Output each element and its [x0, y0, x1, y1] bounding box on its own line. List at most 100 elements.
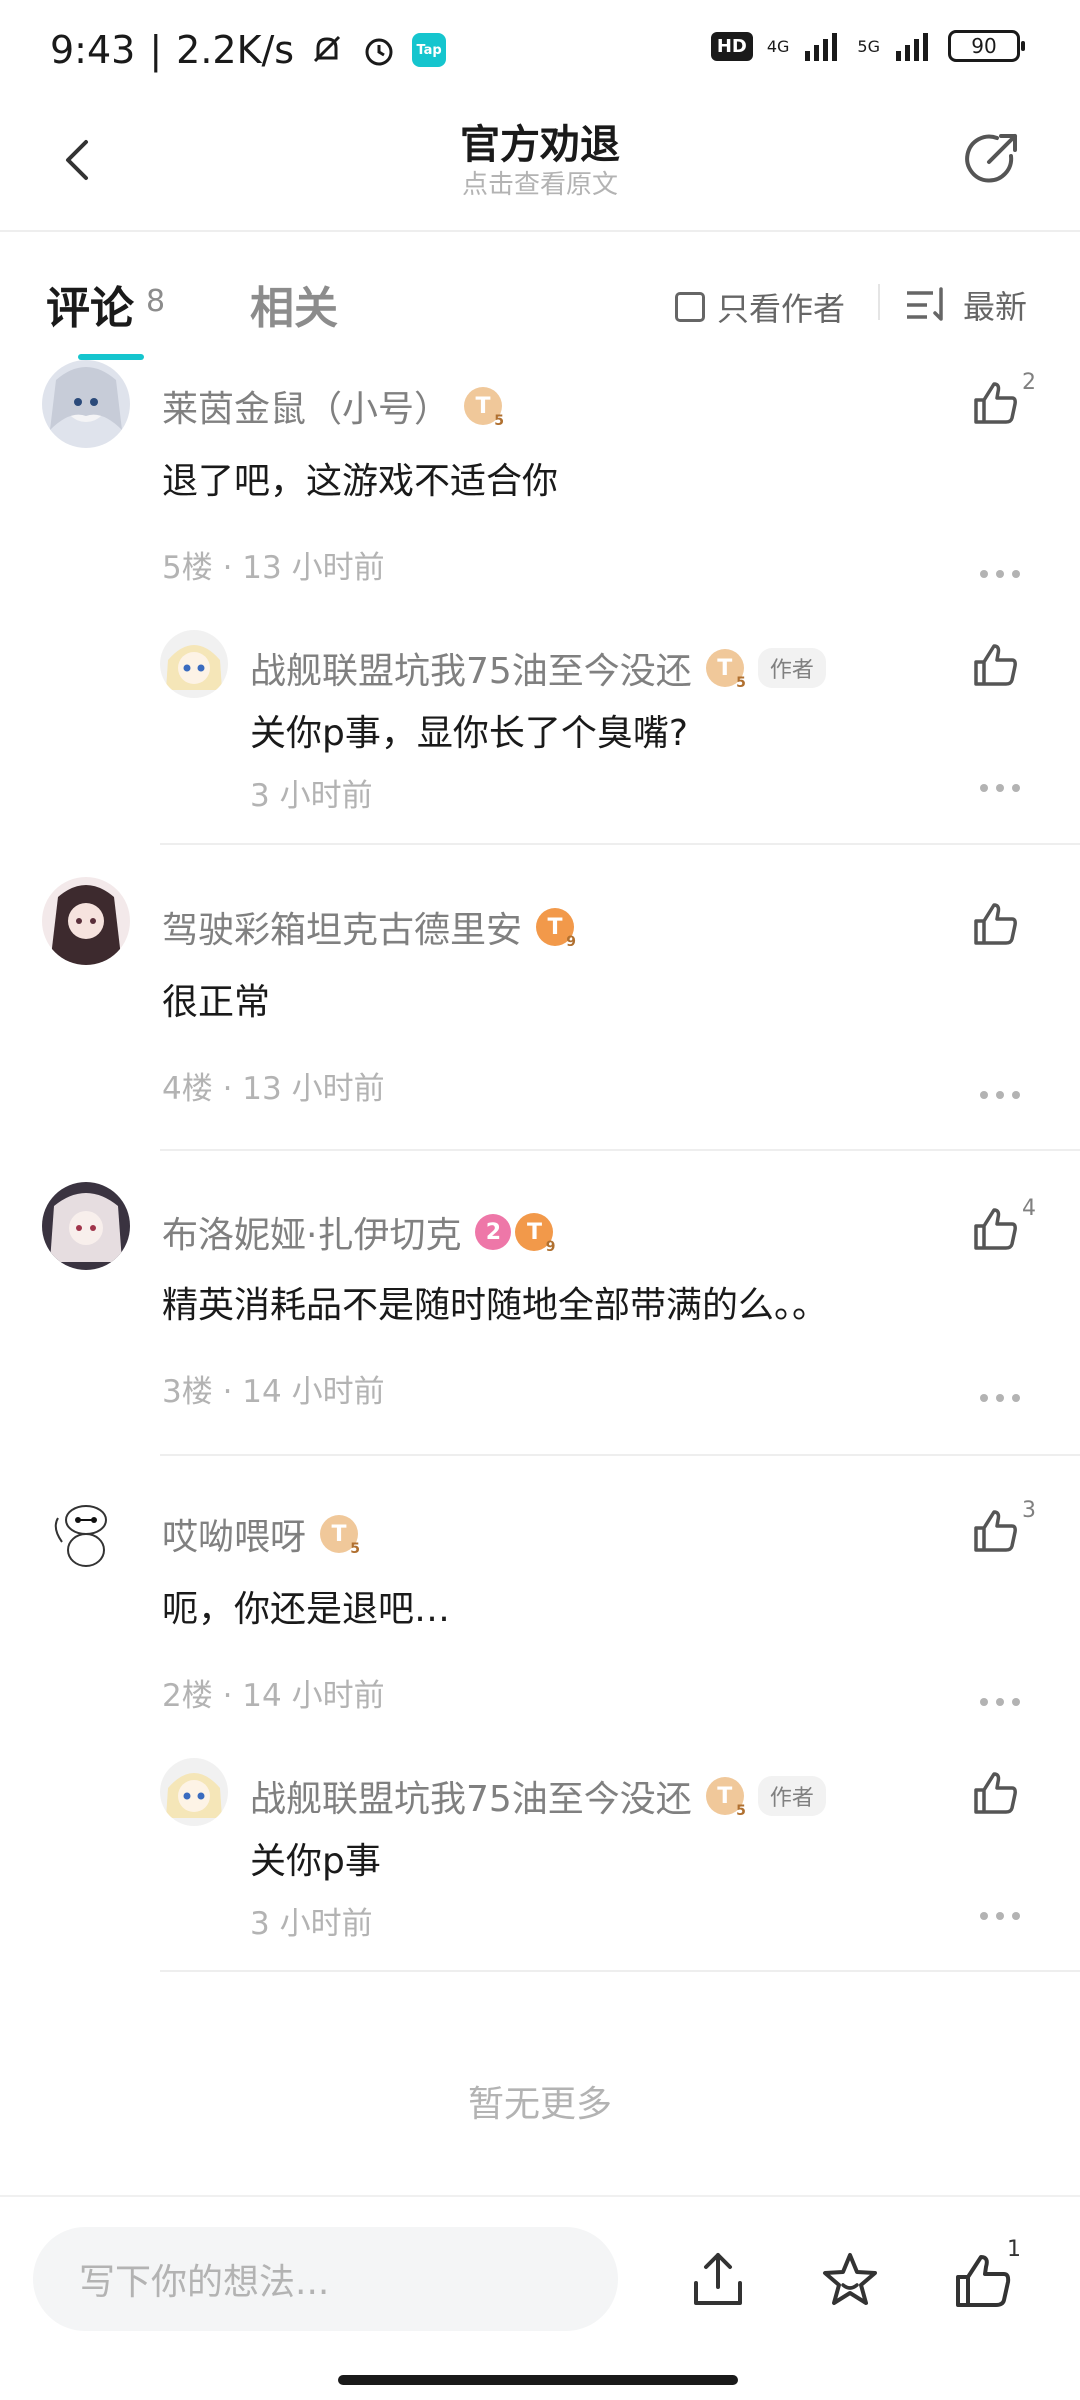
reply-username[interactable]: 战舰联盟坑我75油至今没还 T5 作者	[250, 1770, 826, 1822]
comment-meta: 4楼 · 13 小时前	[162, 1071, 385, 1107]
status-right: HD 4G 5G 90	[710, 30, 1025, 62]
comment-item: 哎呦喂呀 T5 3 呃，你还是退吧… 2楼 · 14 小时前 战舰联盟坑我75油…	[0, 1456, 1080, 1976]
level-badge-icon: T5	[705, 649, 746, 691]
reply-text: 关你p事	[250, 1841, 381, 1882]
more-options-button[interactable]	[980, 1696, 1020, 1708]
comment-text: 很正常	[162, 982, 271, 1023]
username-text: 哎呦喂呀	[162, 1517, 307, 1558]
divider	[878, 284, 880, 320]
level-badge-icon: T9	[536, 908, 576, 950]
comment-username[interactable]: 驾驶彩箱坦克古德里安 T9	[162, 901, 576, 953]
like-button[interactable]	[970, 378, 1020, 428]
checkbox-icon[interactable]	[675, 292, 705, 322]
divider	[160, 1149, 1080, 1151]
battery-icon: 90	[948, 30, 1025, 62]
level-letter: T	[547, 914, 563, 940]
comment-text: 呃，你还是退吧…	[162, 1589, 451, 1630]
comments-count: 8	[146, 284, 166, 319]
thumbs-up-icon	[974, 1510, 1017, 1552]
comment-username[interactable]: 哎呦喂呀 T5	[162, 1508, 360, 1560]
share-arrow-icon	[965, 134, 1017, 183]
share-button[interactable]	[688, 2249, 748, 2309]
comment-tabs: 评论 8 相关 只看作者 最新	[0, 232, 1080, 360]
net-5g-label: 5G	[857, 36, 880, 56]
like-button[interactable]	[970, 1506, 1020, 1556]
more-options-button[interactable]	[980, 1910, 1020, 1922]
comment-item: 莱茵金鼠（小号） T5 2 退了吧，这游戏不适合你 5楼 · 13 小时前 战舰…	[0, 360, 1080, 845]
like-button[interactable]	[970, 640, 1020, 690]
favorite-button[interactable]	[818, 2249, 882, 2313]
comment-text: 精英消耗品不是随时随地全部带满的么。。	[162, 1285, 829, 1326]
status-time: 9:43	[50, 28, 136, 72]
more-options-button[interactable]	[980, 1392, 1020, 1404]
status-bar: 9:43 | 2.2K/s Tap HD 4G 5G 90	[0, 0, 1080, 100]
level-badge-icon: T5	[464, 387, 504, 429]
share-button[interactable]	[959, 126, 1025, 192]
like-post-button[interactable]	[950, 2249, 1014, 2313]
author-tag: 作者	[757, 648, 826, 688]
status-left: 9:43 | 2.2K/s Tap	[50, 28, 447, 72]
divider	[160, 1970, 1080, 1972]
thumbs-up-icon	[974, 1208, 1017, 1250]
view-original-link[interactable]: 点击查看原文	[0, 164, 1080, 201]
only-author-toggle[interactable]: 只看作者	[675, 284, 845, 330]
net-4g-label: 4G	[766, 36, 790, 56]
comment-item: 驾驶彩箱坦克古德里安 T9 很正常 4楼 · 13 小时前	[0, 845, 1080, 1152]
comment-username[interactable]: 布洛妮娅·扎伊切克 2 T9	[162, 1206, 555, 1258]
like-button[interactable]	[970, 899, 1020, 949]
reply-meta: 3 小时前	[250, 778, 373, 814]
more-options-button[interactable]	[980, 568, 1020, 580]
alarm-icon	[360, 31, 398, 69]
reply-avatar[interactable]	[160, 630, 228, 698]
thumbs-up-icon	[974, 644, 1017, 686]
avatar[interactable]	[42, 1182, 130, 1270]
no-more-label: 暂无更多	[467, 2084, 612, 2125]
post-like-count: 1	[1007, 2237, 1021, 2262]
nav-header: 官方劝退 点击查看原文	[0, 100, 1080, 232]
tap-app-icon: Tap	[412, 33, 447, 67]
sort-label: 最新	[963, 288, 1028, 326]
username-text: 布洛妮娅·扎伊切克	[162, 1215, 462, 1256]
like-count: 2	[1022, 370, 1036, 395]
more-options-button[interactable]	[980, 1089, 1020, 1101]
comment-text: 退了吧，这游戏不适合你	[162, 461, 559, 502]
tab-comments[interactable]: 评论	[46, 272, 134, 336]
sort-button[interactable]: 最新	[905, 282, 1027, 328]
status-net-speed: 2.2K/s	[176, 28, 295, 72]
thumbs-up-icon	[974, 382, 1017, 424]
level-badge-icon: T5	[320, 1515, 360, 1557]
sort-icon	[905, 285, 949, 325]
upload-share-icon	[694, 2253, 742, 2305]
mute-bell-icon	[308, 31, 346, 69]
level-number: 5	[736, 675, 746, 691]
like-count: 4	[1022, 1196, 1036, 1221]
page-title[interactable]: 官方劝退	[0, 112, 1080, 170]
comment-input-placeholder: 写下你的想法...	[79, 2262, 330, 2303]
like-button[interactable]	[970, 1768, 1020, 1818]
username-text: 莱茵金鼠（小号）	[162, 389, 451, 430]
home-indicator[interactable]	[338, 2375, 738, 2385]
comment-username[interactable]: 莱茵金鼠（小号） T5	[162, 380, 504, 432]
avatar[interactable]	[42, 877, 130, 965]
avatar[interactable]	[42, 360, 130, 448]
avatar[interactable]	[42, 1484, 130, 1572]
thumbs-up-icon	[974, 1772, 1017, 1814]
thumbs-up-icon	[974, 903, 1017, 945]
level-letter: T	[526, 1219, 542, 1245]
username-text: 驾驶彩箱坦克古德里安	[162, 910, 523, 951]
signal-icon	[803, 31, 843, 61]
tab-related[interactable]: 相关	[250, 272, 338, 336]
more-options-button[interactable]	[980, 782, 1020, 794]
reply-avatar[interactable]	[160, 1758, 228, 1826]
comment-meta: 5楼 · 13 小时前	[162, 550, 385, 586]
like-button[interactable]	[970, 1204, 1020, 1254]
bottom-action-bar: 写下你的想法... 1	[0, 2195, 1080, 2400]
star-icon	[823, 2253, 877, 2305]
reply-username[interactable]: 战舰联盟坑我75油至今没还 T5 作者	[250, 642, 826, 694]
like-count: 3	[1022, 1498, 1036, 1523]
level-badge-icon: T5	[705, 1777, 746, 1819]
reply-meta: 3 小时前	[250, 1906, 373, 1942]
level-badge-icon: T9	[515, 1213, 555, 1255]
comment-input[interactable]: 写下你的想法...	[33, 2227, 618, 2331]
level-number: 9	[545, 1239, 556, 1255]
